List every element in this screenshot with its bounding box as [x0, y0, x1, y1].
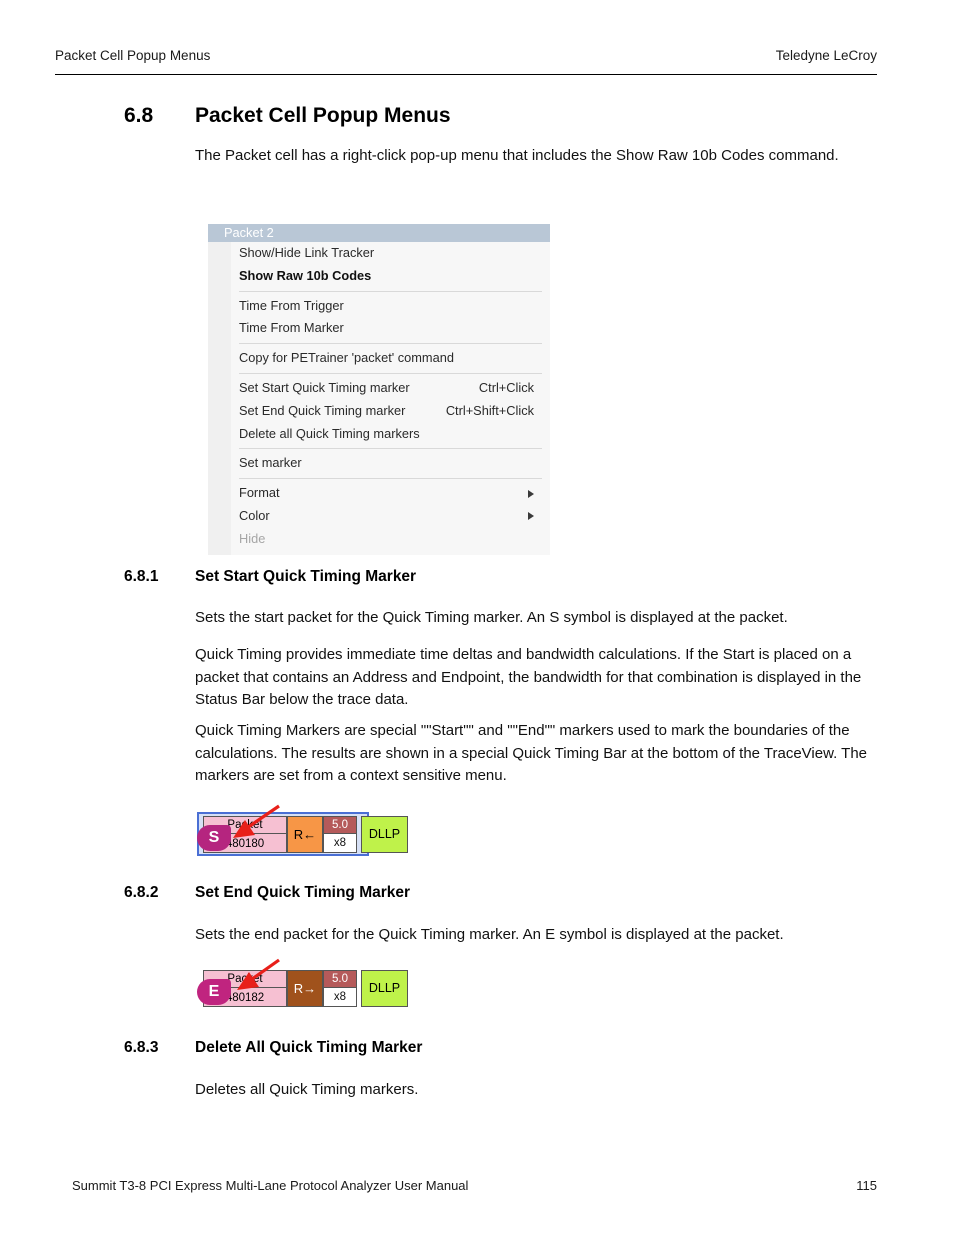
submenu-chevron-right-icon [528, 512, 534, 521]
document-page: Packet Cell Popup Menus Teledyne LeCroy … [0, 0, 954, 1235]
menu-item[interactable]: Set End Quick Timing marker Ctrl+Shift+Cl… [208, 400, 550, 423]
quick-timing-end-trace-figure: Packet 480182 R→ 5.0 x8 DLLP E [197, 958, 408, 1014]
menu-item-label: Set marker [239, 455, 302, 471]
quick-timing-start-trace-figure: Packet 480180 R← 5.0 x8 DLLP S [197, 804, 408, 860]
subsection-title-1: Set Start Quick Timing Marker [195, 568, 417, 585]
running-header: Packet Cell Popup Menus Teledyne LeCroy [55, 48, 877, 63]
menu-title-bar: Packet 2 [208, 224, 550, 242]
menu-item[interactable]: Show/Hide Link Tracker [208, 242, 550, 265]
annotation-arrow-start-icon [233, 804, 280, 838]
header-divider [55, 74, 877, 75]
subsection-number-2: 6.8.2 [124, 884, 159, 901]
footer-page-number: 115 [856, 1178, 877, 1193]
menu-item-label: Show/Hide Link Tracker [239, 245, 375, 260]
section-title: Packet Cell Popup Menus [195, 104, 451, 127]
menu-item-label: Show Raw 10b Codes [239, 267, 372, 283]
subsection-heading-2: 6.8.2 Set End Quick Timing Marker [124, 884, 884, 902]
menu-item-label: Time From Trigger [239, 297, 344, 313]
section-number: 6.8 [124, 104, 154, 127]
subsection-3-paragraph-1: Deletes all Quick Timing markers. [195, 1081, 419, 1098]
menu-item[interactable]: Format [208, 482, 550, 505]
menu-item[interactable]: Time From Trigger [208, 295, 550, 318]
menu-item[interactable]: Delete all Quick Timing markers [208, 423, 550, 446]
menu-separator [239, 478, 542, 480]
annotation-arrow-end-icon [237, 958, 280, 990]
header-right-text: Teledyne LeCroy [775, 48, 877, 63]
menu-item-label: Time From Marker [239, 320, 344, 336]
page-footer: Summit T3-8 PCI Express Multi-Lane Proto… [72, 1178, 877, 1193]
menu-item-shortcut: Ctrl+Shift+Click [445, 402, 534, 418]
menu-item[interactable]: Copy for PETrainer 'packet' command [208, 347, 550, 370]
header-left-text: Packet Cell Popup Menus [55, 48, 211, 63]
subsection-1-paragraph-1: Sets the start packet for the Quick Timi… [195, 609, 788, 626]
menu-item-label: Set Start Quick Timing marker [239, 379, 410, 395]
subsection-heading-3: 6.8.3 Delete All Quick Timing Marker [124, 1039, 884, 1057]
menu-item-label: Copy for PETrainer 'packet' command [239, 350, 454, 366]
menu-item[interactable]: Color [208, 505, 550, 528]
submenu-chevron-right-icon [528, 489, 534, 498]
menu-separator [239, 343, 542, 345]
packet-context-menu[interactable]: Packet 2 Show/Hide Link Tracker Show Raw … [208, 224, 550, 555]
menu-item[interactable]: Show Raw 10b Codes [208, 265, 550, 288]
subsection-number-3: 6.8.3 [124, 1039, 159, 1056]
subsection-heading-1: 6.8.1 Set Start Quick Timing Marker [124, 568, 884, 586]
menu-item-label: Hide [239, 530, 266, 546]
menu-item[interactable]: Set Start Quick Timing marker Ctrl+Click [208, 377, 550, 400]
footer-manual-title: Summit T3-8 PCI Express Multi-Lane Proto… [72, 1178, 469, 1193]
menu-item-label: Delete all Quick Timing markers [239, 425, 420, 441]
subsection-title-2: Set End Quick Timing Marker [195, 884, 411, 901]
menu-separator [239, 448, 542, 450]
menu-separator [239, 290, 542, 292]
subsection-1-paragraph-2: Quick Timing provides immediate time del… [195, 646, 862, 709]
subsection-1-paragraph-3: Quick Timing Markers are special ""Start… [195, 722, 868, 785]
subsection-number-1: 6.8.1 [124, 568, 159, 585]
menu-item: Hide [208, 528, 550, 551]
menu-item[interactable]: Time From Marker [208, 317, 550, 340]
menu-item-shortcut: Ctrl+Click [478, 379, 534, 395]
menu-item-list: Show/Hide Link Tracker Show Raw 10b Codes… [208, 242, 550, 555]
subsection-title-3: Delete All Quick Timing Marker [195, 1039, 423, 1056]
section-intro-paragraph: The Packet cell has a right-click pop-up… [195, 147, 839, 164]
menu-item-label: Format [239, 485, 280, 501]
section-heading: 6.8 Packet Cell Popup Menus [124, 104, 884, 128]
menu-item[interactable]: Set marker [208, 452, 550, 475]
menu-separator [239, 372, 542, 374]
subsection-2-paragraph-1: Sets the end packet for the Quick Timing… [195, 926, 784, 943]
menu-item-label: Color [239, 507, 270, 523]
menu-item-label: Set End Quick Timing marker [239, 402, 406, 418]
